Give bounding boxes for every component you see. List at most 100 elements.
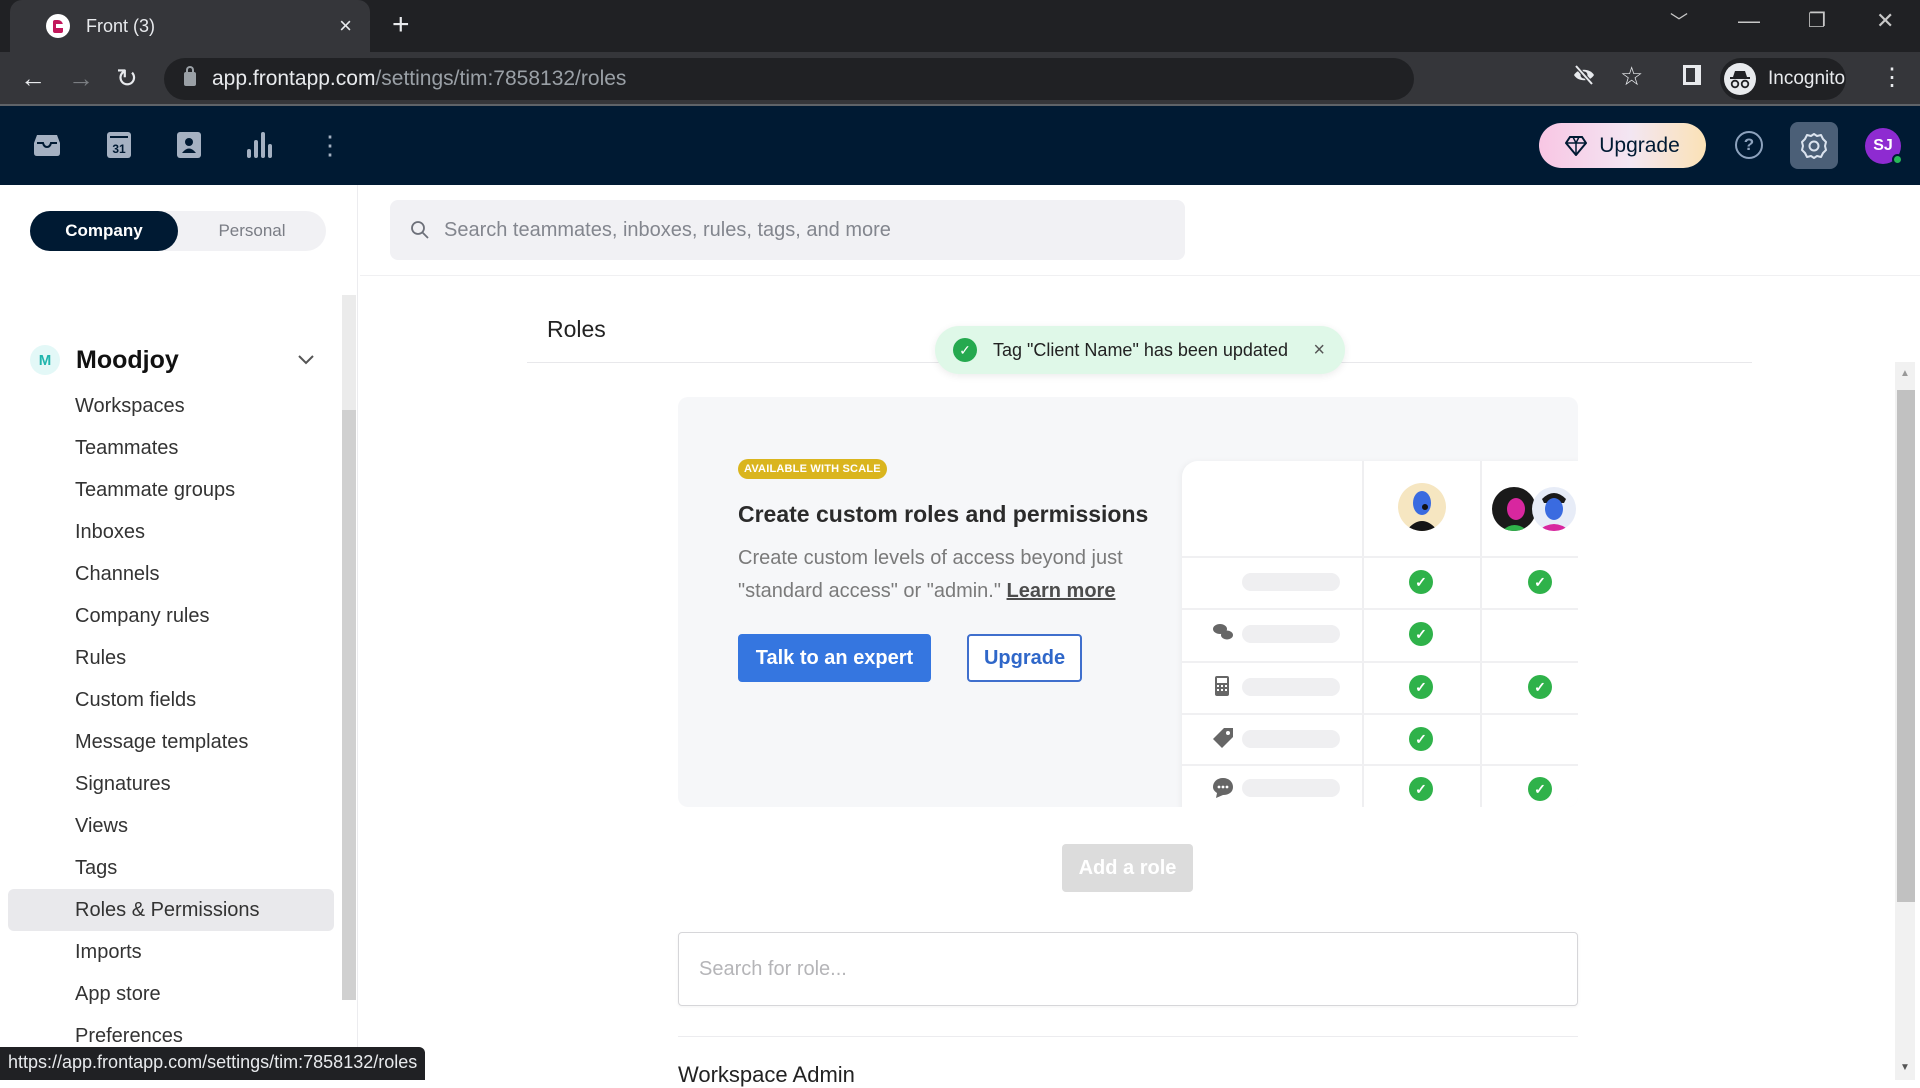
- illustration-row-divider: [1182, 661, 1578, 663]
- divider: [678, 1036, 1578, 1037]
- tab-title: Front (3): [86, 15, 156, 36]
- browser-tabstrip: Front (3) × + ﹀ — ❐ ✕: [0, 0, 1920, 52]
- inbox-icon[interactable]: [32, 130, 62, 160]
- placeholder-bar: [1242, 678, 1340, 696]
- sidebar-nav: Workspaces Teammates Teammate groups Inb…: [8, 385, 334, 1057]
- settings-search[interactable]: [390, 200, 1185, 260]
- sidebar-item-workspaces[interactable]: Workspaces: [8, 385, 334, 427]
- tab-close-icon[interactable]: ×: [339, 13, 352, 39]
- sidebar-item-custom-fields[interactable]: Custom fields: [8, 679, 334, 721]
- sidebar-item-teammate-groups[interactable]: Teammate groups: [8, 469, 334, 511]
- settings-button[interactable]: [1790, 122, 1838, 169]
- toast-close-icon[interactable]: ×: [1313, 339, 1325, 362]
- role-list-item[interactable]: Workspace Admin: [678, 1062, 855, 1088]
- check-circle-icon: ✓: [1409, 777, 1433, 801]
- analytics-icon[interactable]: [244, 130, 274, 160]
- incognito-label: Incognito: [1768, 68, 1846, 89]
- org-initial-icon: M: [30, 345, 60, 375]
- sidebar-item-company-rules[interactable]: Company rules: [8, 595, 334, 637]
- role-search-input[interactable]: [678, 932, 1578, 1006]
- sidebar-item-message-templates[interactable]: Message templates: [8, 721, 334, 763]
- illustration-row-divider: [1182, 713, 1578, 715]
- sidebar-item-imports[interactable]: Imports: [8, 931, 334, 973]
- user-avatar[interactable]: SJ: [1865, 128, 1903, 165]
- incognito-indicator[interactable]: Incognito: [1720, 58, 1846, 100]
- upgrade-pill-label: Upgrade: [1599, 133, 1680, 157]
- browser-tab[interactable]: Front (3) ×: [10, 0, 370, 52]
- sidebar-item-roles-permissions[interactable]: Roles & Permissions: [8, 889, 334, 931]
- plan-badge: AVAILABLE WITH SCALE: [738, 459, 887, 479]
- tab-search-icon[interactable]: ﹀: [1670, 8, 1688, 34]
- star-icon[interactable]: ☆: [1620, 61, 1643, 92]
- gear-icon: [1801, 132, 1827, 159]
- incognito-icon: [1724, 63, 1756, 95]
- kebab-menu-icon[interactable]: ⋮: [1880, 64, 1904, 92]
- page-title: Roles: [547, 316, 606, 342]
- svg-text:31: 31: [112, 142, 126, 156]
- minimize-icon[interactable]: —: [1738, 8, 1760, 34]
- diamond-icon: [1565, 135, 1588, 156]
- check-circle-icon: ✓: [1528, 777, 1552, 801]
- placeholder-bar: [1242, 730, 1340, 748]
- avatar-initials: SJ: [1873, 137, 1893, 154]
- settings-search-input[interactable]: [444, 218, 1144, 242]
- org-header[interactable]: M Moodjoy: [30, 345, 315, 375]
- contacts-icon[interactable]: [174, 130, 204, 160]
- check-circle-icon: ✓: [1409, 622, 1433, 646]
- check-circle-icon: ✓: [953, 338, 977, 362]
- avatar-illustration-woman-icon: [1492, 487, 1536, 531]
- sidebar-item-app-store[interactable]: App store: [8, 973, 334, 1015]
- scroll-up-arrow-icon[interactable]: ▲: [1900, 368, 1910, 379]
- browser-toolbar: ← → ↻ app.frontapp.com/settings/tim:7858…: [0, 52, 1920, 106]
- upgrade-button[interactable]: Upgrade: [967, 634, 1082, 682]
- illustration-row-divider: [1182, 608, 1578, 610]
- calendar-icon[interactable]: 31: [104, 130, 134, 160]
- sidebar-item-tags[interactable]: Tags: [8, 847, 334, 889]
- reload-icon[interactable]: ↻: [116, 64, 138, 92]
- url-host: app.frontapp.com: [212, 67, 376, 90]
- main-scrollbar-thumb[interactable]: [1897, 390, 1915, 902]
- sidebar-item-teammates[interactable]: Teammates: [8, 427, 334, 469]
- upsell-title: Create custom roles and permissions: [738, 501, 1149, 527]
- forward-icon[interactable]: →: [68, 64, 94, 92]
- settings-sidebar: Company Personal M Moodjoy Workspaces Te…: [0, 185, 358, 1080]
- toast-message: Tag "Client Name" has been updated: [993, 339, 1288, 360]
- close-window-icon[interactable]: ✕: [1876, 8, 1894, 34]
- restore-icon[interactable]: ❐: [1808, 8, 1826, 33]
- side-panel-icon[interactable]: [1682, 64, 1702, 92]
- sidebar-item-views[interactable]: Views: [8, 805, 334, 847]
- lock-icon: [184, 66, 196, 86]
- back-icon[interactable]: ←: [20, 64, 46, 92]
- permissions-illustration: ✓ ✓ ✓ ✓ ✓ ✓ ✓ ✓: [1182, 461, 1578, 807]
- chevron-down-icon[interactable]: [297, 350, 315, 371]
- scope-toggle: Company Personal: [30, 211, 326, 251]
- scroll-down-arrow-icon[interactable]: ▼: [1900, 1062, 1910, 1073]
- avatar-illustration-man-icon: [1532, 487, 1576, 531]
- sidebar-item-signatures[interactable]: Signatures: [8, 763, 334, 805]
- add-role-button[interactable]: Add a role: [1062, 844, 1193, 892]
- sidebar-item-channels[interactable]: Channels: [8, 553, 334, 595]
- check-circle-icon: ✓: [1528, 570, 1552, 594]
- sidebar-item-rules[interactable]: Rules: [8, 637, 334, 679]
- more-icon[interactable]: ⋮: [315, 130, 345, 160]
- check-circle-icon: ✓: [1528, 675, 1552, 699]
- scope-tab-personal[interactable]: Personal: [178, 211, 326, 251]
- sidebar-scrollbar-thumb[interactable]: [342, 410, 356, 1000]
- new-tab-button[interactable]: +: [392, 10, 410, 40]
- upsell-description: Create custom levels of access beyond ju…: [738, 542, 1158, 608]
- success-toast: ✓ Tag "Client Name" has been updated ×: [935, 326, 1345, 374]
- talk-to-expert-button[interactable]: Talk to an expert: [738, 634, 931, 682]
- check-circle-icon: ✓: [1409, 570, 1433, 594]
- divider: [360, 275, 1920, 276]
- check-circle-icon: ✓: [1409, 727, 1433, 751]
- eye-off-icon[interactable]: [1572, 64, 1596, 92]
- address-bar[interactable]: app.frontapp.com/settings/tim:7858132/ro…: [164, 58, 1414, 100]
- placeholder-bar: [1242, 625, 1340, 643]
- help-icon[interactable]: ?: [1735, 131, 1763, 159]
- upgrade-pill-button[interactable]: Upgrade: [1539, 123, 1706, 168]
- phone-icon: [1214, 675, 1230, 702]
- sidebar-item-inboxes[interactable]: Inboxes: [8, 511, 334, 553]
- scope-tab-company[interactable]: Company: [30, 211, 178, 251]
- learn-more-link[interactable]: Learn more: [1007, 580, 1116, 602]
- front-favicon-icon: [46, 14, 70, 38]
